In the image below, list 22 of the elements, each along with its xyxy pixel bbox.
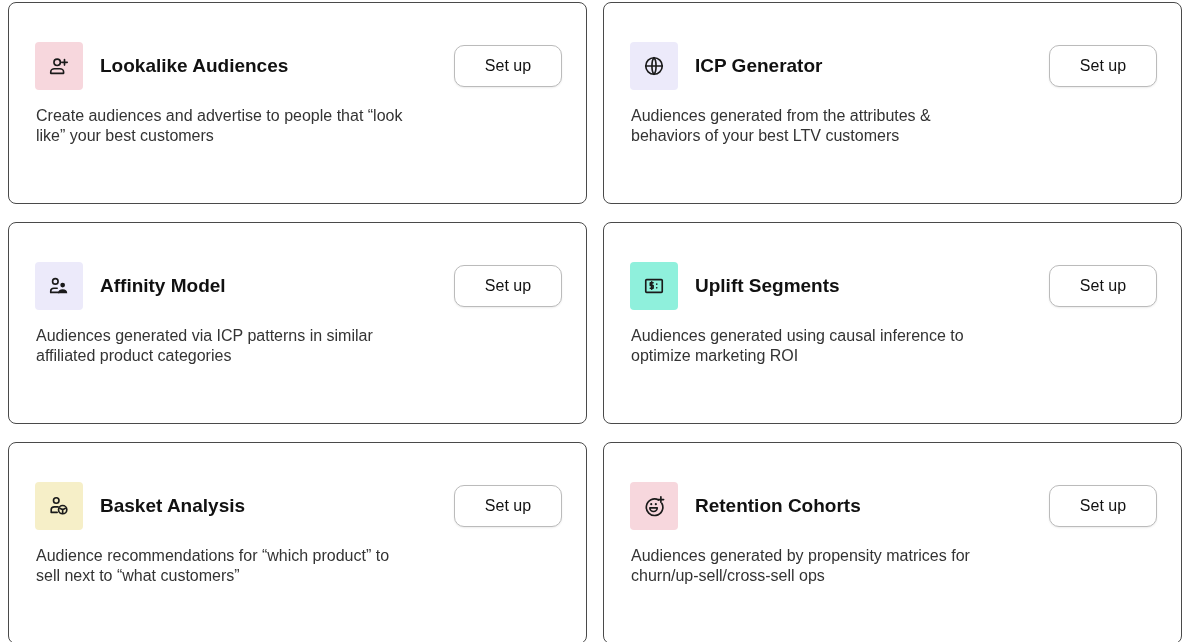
card-title: ICP Generator bbox=[695, 55, 823, 77]
card-title: Basket Analysis bbox=[100, 495, 246, 517]
smile-icon bbox=[643, 495, 665, 517]
card-title: Affinity Model bbox=[100, 275, 226, 297]
person-plus-icon bbox=[48, 55, 70, 77]
card-title: Uplift Segments bbox=[695, 275, 840, 297]
setup-button[interactable]: Set up bbox=[1049, 265, 1157, 307]
card-description: Audiences generated via ICP patterns in similar affiliated product categories bbox=[36, 326, 374, 366]
person-box-icon bbox=[48, 495, 70, 517]
setup-button[interactable]: Set up bbox=[1049, 485, 1157, 527]
card-description: Audience recommendations for “which product” to sell next to “what customers” bbox=[36, 546, 391, 586]
card-description: Create audiences and advertise to people that “look like” your best customers bbox=[36, 106, 404, 146]
setup-button[interactable]: Set up bbox=[1049, 45, 1157, 87]
setup-button[interactable]: Set up bbox=[454, 485, 562, 527]
card-description: Audiences generated from the attributes & behaviors of your best LTV customers bbox=[631, 106, 932, 146]
setup-button[interactable]: Set up bbox=[454, 265, 562, 307]
card-title: Retention Cohorts bbox=[695, 495, 861, 517]
globe-icon bbox=[643, 55, 665, 77]
card-title: Lookalike Audiences bbox=[100, 55, 289, 77]
card-description: Audiences generated using causal inference to optimize marketing ROI bbox=[631, 326, 965, 366]
card-description: Audiences generated by propensity matrices for churn/up-sell/cross-sell ops bbox=[631, 546, 971, 586]
setup-button[interactable]: Set up bbox=[454, 45, 562, 87]
